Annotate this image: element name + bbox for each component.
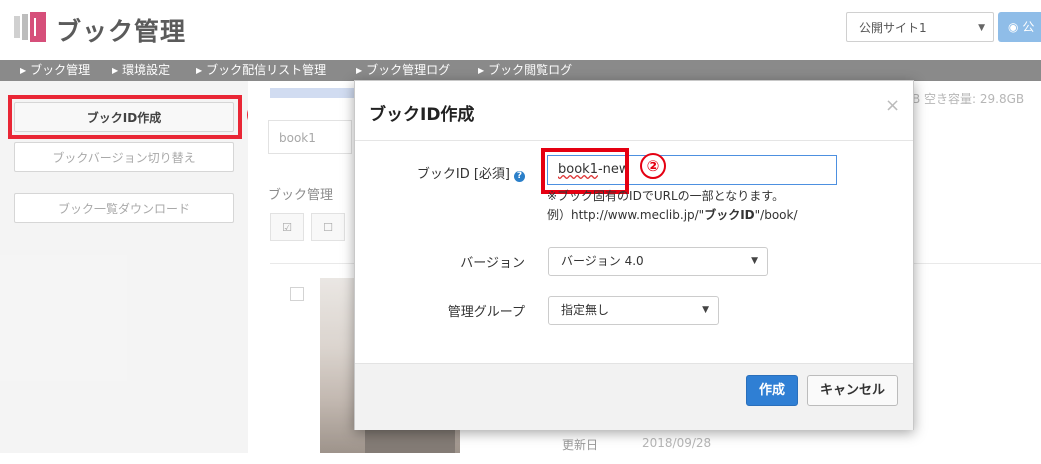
create-button[interactable]: 作成 — [746, 375, 798, 406]
nav-item-management-log[interactable]: ▶ ブック管理ログ — [356, 60, 450, 81]
app-title: ブック管理 — [56, 17, 187, 46]
group-label: 管理グループ — [447, 305, 525, 320]
hint-url-bold: ブックID — [704, 208, 755, 222]
nav-item-settings[interactable]: ▶ 環境設定 — [112, 60, 170, 81]
chevron-down-icon: ▼ — [751, 256, 758, 266]
version-label: バージョン — [460, 256, 525, 271]
triangle-right-icon: ▶ — [356, 66, 363, 75]
hint-line-1: ※ブック固有のIDでURLの一部となります。 — [547, 189, 785, 203]
hint-line-2: 例）http://www.meclib.jp/"ブックID"/book/ — [547, 206, 798, 225]
group-select[interactable]: 指定無し ▼ — [548, 296, 719, 325]
hint-url-suffix: "/book/ — [754, 208, 798, 222]
dialog-title: ブックID作成 — [369, 105, 475, 125]
help-icon[interactable]: ? — [514, 171, 525, 182]
book-logo-icon — [14, 12, 46, 42]
book-id-label-text: ブックID [必須] — [416, 167, 510, 182]
triangle-right-icon: ▶ — [20, 66, 27, 75]
version-select-value: バージョン 4.0 — [561, 254, 644, 268]
group-select-value: 指定無し — [561, 303, 610, 317]
chevron-down-icon: ▼ — [978, 23, 985, 33]
eye-icon: ◉ — [1008, 20, 1019, 34]
site-select[interactable]: 公開サイト1 ▼ — [846, 12, 994, 42]
create-book-id-dialog: ブックID作成 × ブックID [必須]? book1-new ② ※ブック固有… — [354, 80, 914, 430]
site-select-value: 公開サイト1 — [859, 21, 927, 35]
header: ブック管理 公開サイト1 ▼ ◉ 公 — [0, 0, 1041, 60]
nav-item-distribution-list[interactable]: ▶ ブック配信リスト管理 — [196, 60, 326, 81]
dialog-divider — [355, 140, 913, 141]
public-button[interactable]: ◉ 公 — [998, 12, 1041, 42]
nav-item-view-log[interactable]: ▶ ブック閲覧ログ — [478, 60, 572, 81]
nav-item-book-management[interactable]: ▶ ブック管理 — [20, 60, 90, 81]
triangle-right-icon: ▶ — [196, 66, 203, 75]
nav-item-label: ブック管理 — [30, 63, 91, 77]
triangle-right-icon: ▶ — [112, 66, 119, 75]
triangle-right-icon: ▶ — [478, 66, 485, 75]
step-marker-2: ② — [640, 153, 666, 179]
book-id-label: ブックID [必須]? — [355, 163, 525, 182]
book-id-hint: ※ブック固有のIDでURLの一部となります。 例）http://www.mecl… — [547, 187, 798, 225]
nav-item-label: ブック管理ログ — [366, 63, 451, 77]
nav-bar: ▶ ブック管理 ▶ 環境設定 ▶ ブック配信リスト管理 ▶ ブック管理ログ ▶ ブック閲覧… — [0, 60, 1041, 81]
hint-url-prefix: 例）http://www.meclib.jp/" — [547, 208, 705, 222]
nav-item-label: 環境設定 — [122, 63, 171, 77]
chevron-down-icon: ▼ — [702, 305, 709, 315]
public-button-label: 公 — [1022, 20, 1035, 34]
cancel-button[interactable]: キャンセル — [807, 375, 898, 406]
nav-item-label: ブック閲覧ログ — [488, 63, 573, 77]
close-icon[interactable]: × — [885, 95, 900, 116]
nav-item-label: ブック配信リスト管理 — [206, 63, 327, 77]
version-select[interactable]: バージョン 4.0 ▼ — [548, 247, 768, 276]
